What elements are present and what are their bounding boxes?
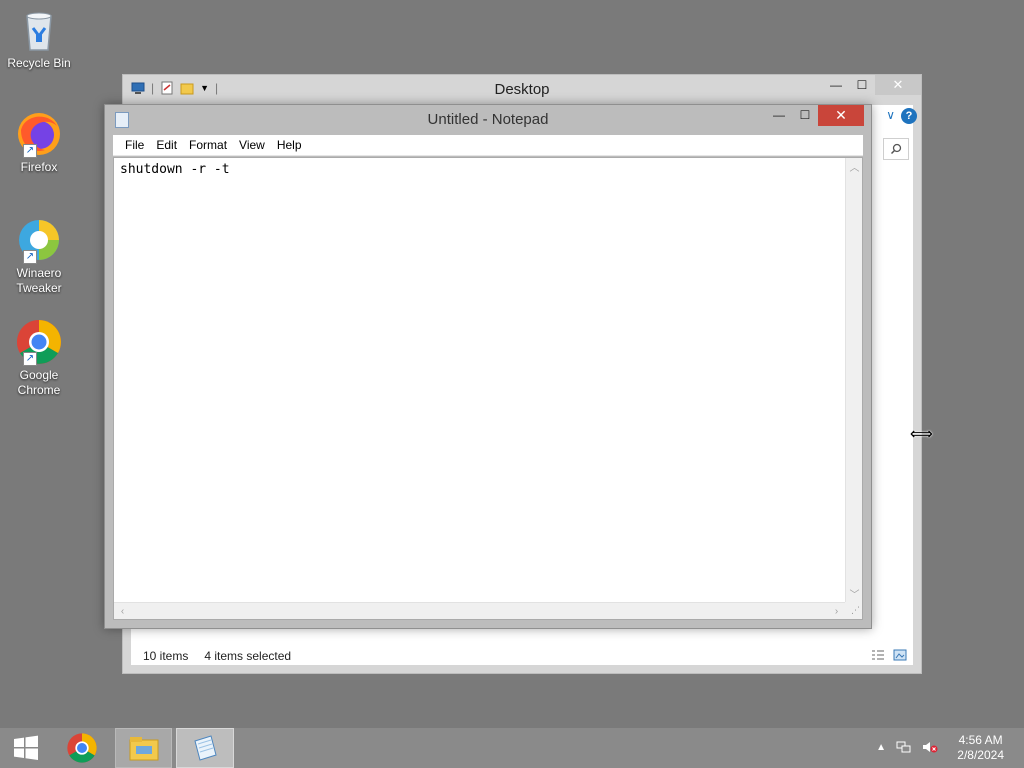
notepad-menu-bar: File Edit Format View Help	[113, 135, 863, 156]
firefox-icon: ↗	[15, 110, 63, 158]
google-chrome-label: Google Chrome	[17, 368, 61, 397]
recycle-bin-icon	[15, 6, 63, 54]
desktop-icon-recycle-bin[interactable]: Recycle Bin	[4, 6, 74, 71]
system-tray: ▲	[876, 740, 938, 754]
resize-cursor-icon: ⟺	[910, 426, 933, 443]
scroll-right-arrow-icon[interactable]: ›	[828, 603, 845, 620]
menu-file[interactable]: File	[119, 135, 150, 156]
notepad-maximize-button[interactable]: ☐	[792, 105, 818, 125]
taskbar: ▲ 4:56 AM 2/8/2024	[0, 728, 1024, 768]
firefox-label: Firefox	[20, 160, 58, 174]
explorer-window-controls: — ☐ ✕	[823, 75, 921, 95]
chrome-icon	[67, 733, 97, 763]
scroll-down-arrow-icon[interactable]: ﹀	[846, 585, 863, 602]
notepad-text-content[interactable]: shutdown -r -t	[120, 162, 230, 177]
menu-help[interactable]: Help	[271, 135, 308, 156]
winaero-tweaker-icon: ↗	[15, 216, 63, 264]
ribbon-expand-chevron-icon[interactable]: ∨	[886, 108, 895, 122]
notepad-icon	[194, 735, 217, 761]
size-grip-icon[interactable]: ⋰	[845, 602, 862, 619]
explorer-title: Desktop	[494, 81, 550, 98]
details-view-icon[interactable]	[871, 649, 885, 661]
shortcut-arrow-icon: ↗	[23, 144, 37, 158]
explorer-minimize-button[interactable]: —	[823, 75, 849, 95]
shortcut-arrow-icon: ↗	[23, 250, 37, 264]
horizontal-scrollbar[interactable]: ‹ ›	[114, 602, 845, 619]
explorer-status-bar: 10 items 4 items selected	[143, 649, 291, 663]
notepad-minimize-button[interactable]: —	[766, 105, 792, 125]
vertical-scrollbar[interactable]: ︿ ﹀	[845, 158, 862, 602]
search-icon[interactable]	[883, 138, 909, 160]
file-explorer-icon	[129, 737, 158, 761]
notepad-title: Untitled - Notepad	[427, 111, 549, 128]
notepad-window-controls: — ☐ ✕	[766, 105, 864, 126]
status-selected-count: 4 items selected	[204, 649, 292, 663]
scroll-left-arrow-icon[interactable]: ‹	[114, 603, 131, 620]
desktop-icon-google-chrome[interactable]: ↗ Google Chrome	[4, 318, 74, 398]
large-icons-view-icon[interactable]	[893, 649, 907, 661]
menu-format[interactable]: Format	[183, 135, 233, 156]
recycle-bin-label: Recycle Bin	[7, 56, 71, 70]
notepad-window[interactable]: Untitled - Notepad — ☐ ✕ File Edit Forma…	[104, 104, 872, 629]
notepad-close-button[interactable]: ✕	[818, 105, 864, 126]
taskbar-file-explorer-button[interactable]	[115, 728, 172, 768]
network-icon[interactable]	[896, 740, 912, 754]
explorer-maximize-button[interactable]: ☐	[849, 75, 875, 95]
chrome-icon: ↗	[15, 318, 63, 366]
taskbar-chrome-button[interactable]	[58, 728, 106, 768]
show-hidden-icons-chevron-icon[interactable]: ▲	[876, 742, 886, 753]
shortcut-arrow-icon: ↗	[23, 352, 37, 366]
desktop-icon-winaero-tweaker[interactable]: ↗ Winaero Tweaker	[4, 216, 74, 296]
status-item-count: 10 items	[143, 649, 189, 663]
volume-muted-icon[interactable]	[922, 740, 938, 754]
clock-date: 2/8/2024	[957, 748, 1004, 762]
windows-logo-icon	[14, 735, 38, 760]
taskbar-notepad-button[interactable]	[176, 728, 234, 768]
start-button[interactable]	[0, 728, 52, 768]
help-icon[interactable]: ?	[901, 108, 917, 124]
clock-time: 4:56 AM	[958, 733, 1003, 747]
taskbar-clock[interactable]: 4:56 AM 2/8/2024	[957, 733, 1004, 763]
menu-edit[interactable]: Edit	[150, 135, 183, 156]
notepad-text-area[interactable]: shutdown -r -t ︿ ﹀ ‹ › ⋰	[113, 157, 863, 620]
winaero-tweaker-label: Winaero Tweaker	[16, 266, 62, 295]
menu-view[interactable]: View	[233, 135, 271, 156]
desktop-icon-firefox[interactable]: ↗ Firefox	[4, 110, 74, 175]
scroll-up-arrow-icon[interactable]: ︿	[846, 158, 863, 175]
explorer-close-button[interactable]: ✕	[875, 75, 921, 95]
